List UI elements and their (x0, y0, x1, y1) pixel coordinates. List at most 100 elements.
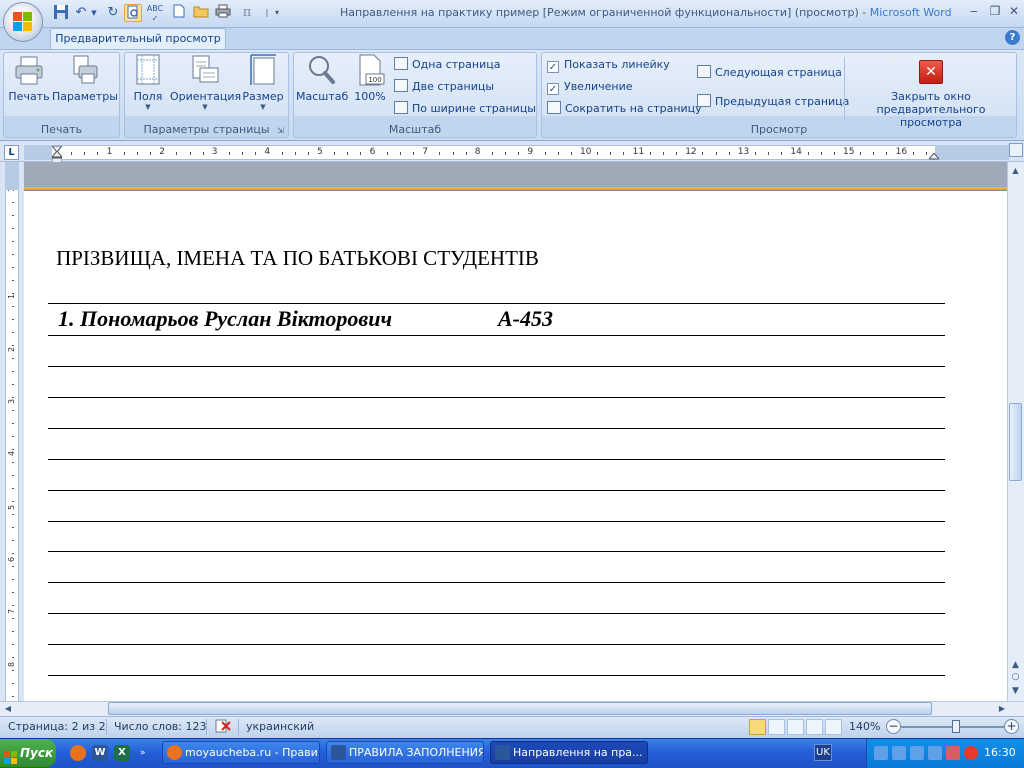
tab-selector[interactable]: L (4, 145, 19, 160)
minimize-button[interactable]: ‒ (966, 3, 982, 19)
margins-button[interactable]: Поля ▼ (130, 54, 166, 111)
quick-launch-expand-icon[interactable]: » (140, 742, 156, 764)
undo-dropdown-icon[interactable]: ▼ (90, 4, 98, 22)
antivirus-icon[interactable] (964, 746, 978, 760)
print-options-button[interactable]: Параметры (52, 54, 118, 103)
print-button[interactable]: Печать (6, 54, 52, 103)
scroll-up-icon[interactable]: ▲ (1008, 163, 1023, 178)
save-icon[interactable] (52, 4, 70, 22)
group-zoom-label: Масштаб (388, 123, 442, 136)
scroll-left-icon[interactable]: ◀ (2, 702, 14, 715)
close-preview-label-line1: Закрыть окно (891, 90, 971, 103)
vertical-scroll-thumb[interactable] (1009, 403, 1022, 481)
redo-icon[interactable]: ↻ (104, 4, 122, 22)
keyboard-language[interactable]: UK (814, 744, 832, 761)
horizontal-ruler[interactable]: 123456789101112131415161718 (24, 145, 1009, 160)
ruler-tick (649, 152, 651, 155)
page-width-button[interactable]: По ширине страницы (394, 100, 536, 118)
word-count[interactable]: Число слов: 123 (114, 720, 207, 733)
full-screen-reading-view-button[interactable] (768, 719, 785, 735)
scroll-right-icon[interactable]: ▶ (996, 702, 1008, 715)
print-icon[interactable] (214, 4, 232, 22)
firefox-icon[interactable] (70, 745, 86, 761)
zoom-button[interactable]: Масштаб (296, 54, 348, 103)
shrink-one-page-button[interactable]: Сократить на страницу (547, 100, 702, 118)
two-pages-button[interactable]: Две страницы (394, 78, 494, 96)
magnifier-label: Увеличение (564, 80, 633, 93)
two-pages-icon (394, 79, 408, 92)
undo-icon[interactable]: ↶ (72, 4, 90, 22)
network-icon[interactable] (874, 746, 888, 760)
spelling-icon[interactable]: ABC ✓ (146, 4, 164, 23)
vertical-ruler-tick (12, 488, 14, 489)
close-preview-button[interactable]: ✕ Закрыть окно предварительного просмотр… (848, 54, 1014, 129)
magnifier-checkbox[interactable]: ✓ Увеличение (547, 78, 633, 96)
network-icon[interactable] (910, 746, 924, 760)
vertical-ruler-number: 6 (7, 556, 17, 563)
taskbar-item-word-doc[interactable]: ПРАВИЛА ЗАПОЛНЕНИЯ... (326, 741, 484, 764)
web-layout-view-button[interactable] (787, 719, 804, 735)
ruler-number: 11 (632, 147, 645, 157)
vertical-ruler-tick (12, 345, 14, 346)
word-icon[interactable]: W (92, 745, 108, 761)
restore-button[interactable]: ❐ (987, 3, 1003, 19)
ruler-tick (518, 152, 520, 155)
zoom-100-button[interactable]: 100 100% (352, 54, 388, 103)
ruler-tick (347, 152, 349, 155)
one-page-button[interactable]: Одна страница (394, 56, 500, 74)
equation-icon[interactable]: π (238, 4, 256, 22)
outline-view-button[interactable] (806, 719, 823, 735)
vertical-ruler-tick (12, 462, 14, 463)
next-page-button[interactable]: Следующая страница (697, 64, 842, 82)
group-print-label: Печать (40, 123, 83, 136)
document-heading: ПРІЗВИЩА, ІМЕНА ТА ПО БАТЬКОВІ СТУДЕНТІВ (56, 246, 539, 270)
view-ruler-toggle[interactable] (1009, 143, 1023, 157)
language-indicator[interactable]: украинский (246, 720, 314, 733)
vertical-ruler-tick (12, 540, 14, 541)
clock[interactable]: 16:30 (984, 746, 1016, 759)
draft-view-button[interactable] (825, 719, 842, 735)
task-label: ПРАВИЛА ЗАПОЛНЕНИЯ... (349, 746, 484, 759)
zoom-level[interactable]: 140% (849, 720, 880, 733)
ruler-tick (544, 152, 546, 155)
vertical-ruler[interactable]: 112345678 (5, 162, 19, 701)
print-preview-icon[interactable] (124, 4, 142, 22)
vertical-ruler-tick (12, 319, 14, 320)
customize-quick-access-icon[interactable]: ▾ (268, 4, 286, 22)
right-indent-marker[interactable] (927, 151, 941, 160)
vertical-ruler-tick (12, 397, 14, 398)
start-button[interactable]: Пуск (0, 739, 56, 767)
tab-print-preview[interactable]: Предварительный просмотр (50, 28, 226, 50)
ruler-number: 6 (369, 147, 376, 157)
zoom-in-button[interactable]: + (1004, 719, 1019, 734)
zoom-slider-thumb[interactable] (952, 720, 960, 733)
group-page-setup-label: Параметры страницы (143, 123, 270, 136)
new-document-icon[interactable] (170, 4, 188, 22)
browse-object-icon[interactable]: ○ (1008, 670, 1023, 684)
proofing-icon[interactable] (214, 718, 232, 737)
ruler-tick (807, 152, 809, 155)
show-ruler-checkbox[interactable]: ✓ Показать линейку (547, 56, 670, 74)
horizontal-scroll-thumb[interactable] (108, 702, 932, 715)
excel-icon[interactable]: X (114, 745, 130, 761)
close-window-button[interactable]: ✕ (1006, 3, 1022, 19)
print-layout-view-button[interactable] (749, 719, 766, 735)
ruler-number: 5 (317, 147, 323, 157)
size-button[interactable]: Размер ▼ (241, 54, 285, 111)
zoom-out-button[interactable]: − (886, 719, 901, 734)
office-button[interactable] (3, 2, 43, 42)
page-count[interactable]: Страница: 2 из 2 (8, 720, 106, 733)
size-label: Размер (242, 90, 284, 103)
help-icon[interactable]: ? (1005, 30, 1020, 45)
security-icon[interactable] (946, 746, 960, 760)
orientation-button[interactable]: Ориентация ▼ (170, 54, 241, 111)
network-icon[interactable] (892, 746, 906, 760)
next-page-nav-icon[interactable]: ▼ (1008, 684, 1023, 698)
taskbar-item-browser[interactable]: moyaucheba.ru - Прави... (162, 741, 320, 764)
dialog-launcher-icon[interactable]: ⇲ (277, 126, 286, 135)
network-icon[interactable] (928, 746, 942, 760)
previous-page-button[interactable]: Предыдущая страница (697, 93, 849, 111)
taskbar-item-active-doc[interactable]: Направлення на пра... (490, 741, 648, 764)
open-icon[interactable] (192, 4, 210, 22)
ruler-tick (452, 152, 454, 155)
